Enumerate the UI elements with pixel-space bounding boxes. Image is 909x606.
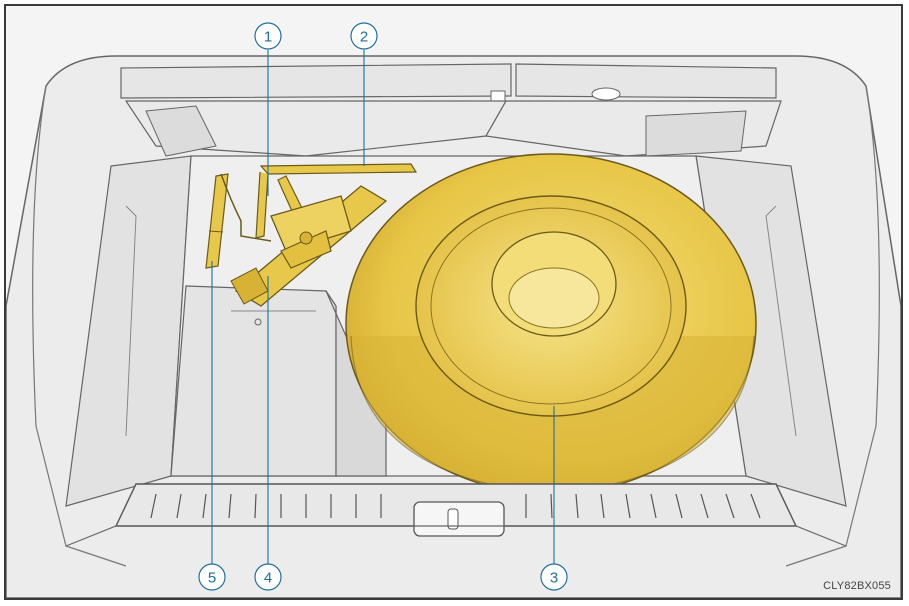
figure-code: CLY82BX055 bbox=[823, 580, 891, 592]
seatback-right bbox=[515, 63, 777, 99]
tool-tray-box bbox=[170, 285, 337, 477]
seat-latch-right bbox=[591, 87, 621, 101]
callout-3: 3 bbox=[540, 563, 568, 591]
callout-4-number: 4 bbox=[264, 570, 272, 587]
bracket-right bbox=[645, 110, 747, 157]
callout-1: 1 bbox=[254, 22, 282, 50]
callout-1-number: 1 bbox=[264, 29, 272, 46]
callout-4: 4 bbox=[254, 563, 282, 591]
jack-pivot bbox=[299, 231, 313, 245]
callout-3-number: 3 bbox=[550, 570, 558, 587]
callout-5: 5 bbox=[198, 563, 226, 591]
hub-center bbox=[508, 267, 600, 329]
luggage-compartment-illustration: 1 2 3 4 5 bbox=[6, 6, 901, 598]
callout-5-number: 5 bbox=[208, 570, 216, 587]
striker-cover bbox=[413, 501, 505, 537]
diagram-frame: 1 2 3 4 5 CLY82BX055 bbox=[4, 4, 903, 600]
callout-2-number: 2 bbox=[360, 29, 368, 46]
callout-2: 2 bbox=[350, 22, 378, 50]
seatback-left bbox=[120, 63, 512, 99]
wheel-nut-wrench bbox=[259, 163, 418, 175]
